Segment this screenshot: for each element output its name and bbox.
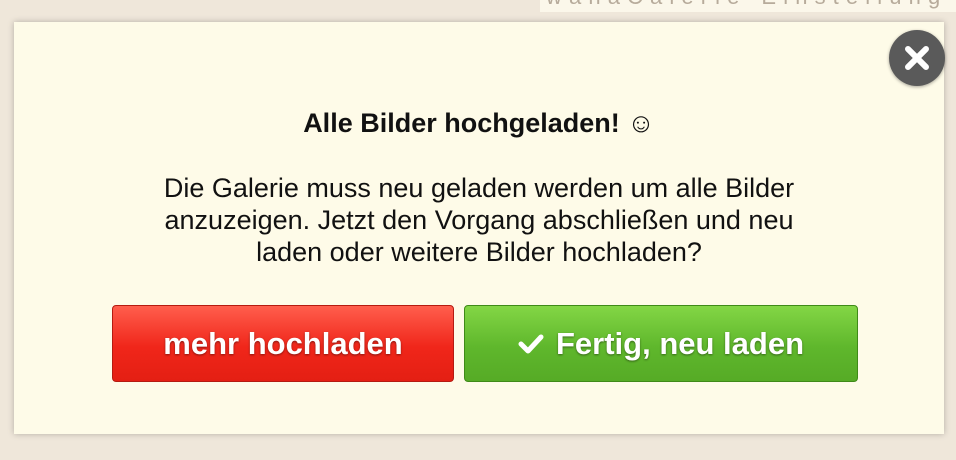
background-header-text: w a h a C a l e r i e ▪ E i n s t e l l … xyxy=(546,0,941,9)
checkmark-icon xyxy=(518,334,544,353)
dialog-message: Die Galerie muss neu geladen werden um a… xyxy=(14,172,944,268)
done-reload-button[interactable]: Fertig, neu laden xyxy=(464,305,858,382)
close-button[interactable] xyxy=(889,30,945,86)
message-line: Die Galerie muss neu geladen werden um a… xyxy=(163,173,795,203)
done-reload-label: Fertig, neu laden xyxy=(555,325,805,361)
background-header-strip: w a h a C a l e r i e ▪ E i n s t e l l … xyxy=(540,0,956,12)
more-upload-label: mehr hochladen xyxy=(163,325,403,361)
message-line: anzuzeigen. Jetzt den Vorgang abschließe… xyxy=(164,205,794,235)
more-upload-button[interactable]: mehr hochladen xyxy=(112,305,454,382)
dialog-title: Alle Bilder hochgeladen! ☺ xyxy=(303,108,655,138)
message-line: laden oder weitere Bilder hochladen? xyxy=(256,237,702,267)
close-x-icon xyxy=(905,46,929,70)
